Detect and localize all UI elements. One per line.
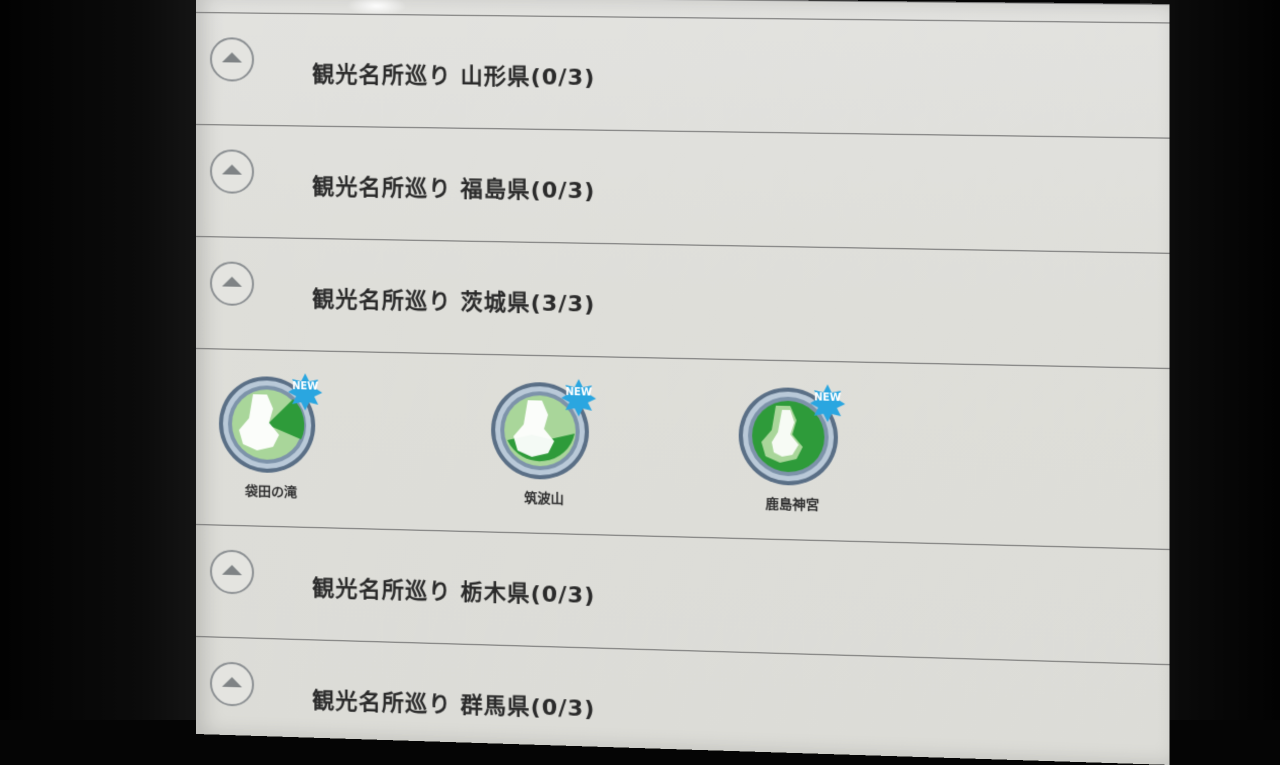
list-item-title: 観光名所巡り 茨城県(3/3) [312, 281, 595, 319]
list-item-title: 観光名所巡り 栃木県(0/3) [312, 570, 595, 610]
list-item-title: 観光名所巡り 群馬県(0/3) [312, 683, 595, 724]
collapse-toggle-icon[interactable] [210, 661, 254, 706]
new-badge-label: NEW [564, 387, 593, 399]
badge-mount-tsukuba[interactable]: NEW 筑波山 [478, 373, 610, 508]
badge-panel-ibaraki: NEW 袋田の滝 NEW 筑波山 NEW 鹿島神宮 [196, 348, 1170, 549]
list-item-fukushima[interactable]: 観光名所巡り 福島県(0/3) [196, 124, 1170, 253]
ibaraki-badge-icon: NEW [487, 373, 601, 481]
device-bezel-left [0, 0, 200, 720]
app-screen: 観光名所巡り 山形県(0/3) 観光名所巡り 福島県(0/3) 観光名所巡り 茨… [196, 0, 1170, 765]
collapse-toggle-icon[interactable] [210, 149, 254, 194]
ibaraki-badge-icon: NEW [735, 378, 851, 486]
list-item-title: 観光名所巡り 福島県(0/3) [312, 169, 595, 206]
collapse-toggle-icon[interactable] [210, 261, 254, 306]
collapse-toggle-icon[interactable] [210, 37, 254, 82]
badge-fukuroda-falls[interactable]: NEW 袋田の滝 [206, 367, 336, 501]
badge-label: 鹿島神宮 [725, 492, 859, 515]
list-item-title: 観光名所巡り 山形県(0/3) [312, 56, 595, 92]
list-item-yamagata[interactable]: 観光名所巡り 山形県(0/3) [196, 12, 1170, 138]
achievement-list: 観光名所巡り 山形県(0/3) 観光名所巡り 福島県(0/3) 観光名所巡り 茨… [196, 0, 1170, 4]
badge-label: 袋田の滝 [206, 479, 336, 501]
badge-label: 筑波山 [478, 486, 610, 508]
collapse-toggle-icon[interactable] [210, 549, 254, 594]
badge-kashima-jingu[interactable]: NEW 鹿島神宮 [725, 378, 859, 514]
new-badge-label: NEW [813, 392, 842, 404]
ibaraki-badge-icon: NEW [215, 367, 327, 474]
new-badge-label: NEW [291, 381, 319, 393]
list-item-ibaraki[interactable]: 観光名所巡り 茨城県(3/3) [196, 236, 1170, 368]
